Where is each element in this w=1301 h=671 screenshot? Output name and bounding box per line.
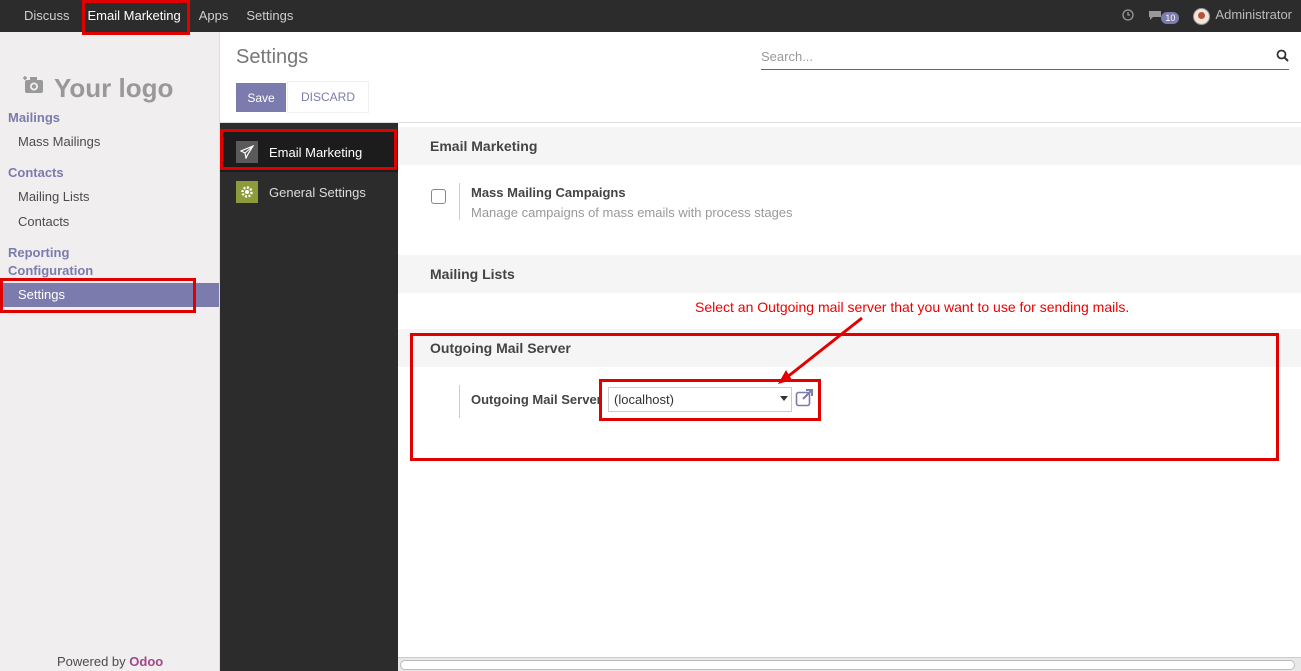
option-description: Manage campaigns of mass emails with pro… xyxy=(471,205,793,220)
nav-discuss[interactable]: Discuss xyxy=(15,0,79,32)
app-sidebar: Your logo Mailings Mass Mailings Contact… xyxy=(0,32,220,671)
scrollbar-thumb[interactable] xyxy=(400,660,1295,670)
search-input[interactable]: Search... xyxy=(761,46,1289,70)
mail-server-value: (localhost) xyxy=(614,392,674,407)
menu-heading-mailings[interactable]: Mailings xyxy=(8,110,60,125)
menu-item-contacts[interactable]: Contacts xyxy=(18,214,69,229)
powered-by: Powered by Odoo xyxy=(57,654,163,669)
camera-icon xyxy=(22,75,46,101)
user-name: Administrator xyxy=(1215,7,1292,23)
menu-item-mass-mailings[interactable]: Mass Mailings xyxy=(18,134,100,149)
messages-button[interactable]: 10 xyxy=(1148,9,1180,24)
gear-icon xyxy=(236,181,258,203)
save-button[interactable]: Save xyxy=(236,83,286,112)
section-header-mailing-lists: Mailing Lists xyxy=(398,255,1301,293)
mail-server-label: Outgoing Mail Server xyxy=(471,392,602,407)
user-menu[interactable]: Administrator xyxy=(1193,7,1292,25)
odoo-link[interactable]: Odoo xyxy=(129,654,163,669)
section-header-outgoing-mail-server: Outgoing Mail Server xyxy=(398,329,1301,367)
divider xyxy=(459,385,460,418)
discard-button[interactable]: DISCARD xyxy=(288,82,368,112)
settings-app-list: Email Marketing General Settings xyxy=(220,123,398,671)
page-title: Settings xyxy=(236,46,309,68)
menu-heading-reporting[interactable]: Reporting xyxy=(8,245,69,260)
external-link-icon[interactable] xyxy=(795,389,815,407)
option-title: Mass Mailing Campaigns xyxy=(471,185,626,200)
top-navbar: Discuss Email Marketing Apps Settings 10… xyxy=(0,0,1301,32)
systray: 10 Administrator xyxy=(1122,0,1292,32)
messages-badge: 10 xyxy=(1161,11,1180,24)
powered-by-label: Powered by xyxy=(57,654,126,669)
settings-tab-email-marketing[interactable]: Email Marketing xyxy=(220,132,398,172)
avatar xyxy=(1193,7,1211,25)
menu-item-mailing-lists[interactable]: Mailing Lists xyxy=(18,189,90,204)
app-menu: Discuss Email Marketing Apps Settings xyxy=(15,0,302,32)
menu-item-settings[interactable]: Settings xyxy=(0,283,219,307)
search-icon[interactable] xyxy=(1276,49,1289,65)
nav-email-marketing[interactable]: Email Marketing xyxy=(79,0,190,32)
mass-mailing-campaigns-checkbox[interactable] xyxy=(431,189,446,204)
menu-heading-configuration[interactable]: Configuration xyxy=(8,263,93,278)
menu-heading-contacts[interactable]: Contacts xyxy=(8,165,64,180)
settings-tab-label: Email Marketing xyxy=(269,144,363,160)
settings-content: Email Marketing Mass Mailing Campaigns M… xyxy=(398,123,1301,671)
mail-server-select[interactable]: (localhost) xyxy=(608,387,792,412)
clock-icon[interactable] xyxy=(1122,8,1134,24)
settings-tab-general[interactable]: General Settings xyxy=(220,172,398,212)
logo-text: Your logo xyxy=(54,72,174,103)
chevron-down-icon xyxy=(780,396,788,401)
nav-settings[interactable]: Settings xyxy=(237,0,302,32)
horizontal-scrollbar[interactable] xyxy=(398,657,1301,671)
nav-apps[interactable]: Apps xyxy=(190,0,238,32)
control-panel: Settings Search... Save DISCARD xyxy=(220,32,1301,123)
search-placeholder: Search... xyxy=(761,49,814,64)
paper-plane-icon xyxy=(236,141,258,163)
settings-tab-label: General Settings xyxy=(269,184,366,200)
divider xyxy=(459,183,460,220)
annotation-text: Select an Outgoing mail server that you … xyxy=(695,299,1130,315)
section-header-email-marketing: Email Marketing xyxy=(398,127,1301,165)
